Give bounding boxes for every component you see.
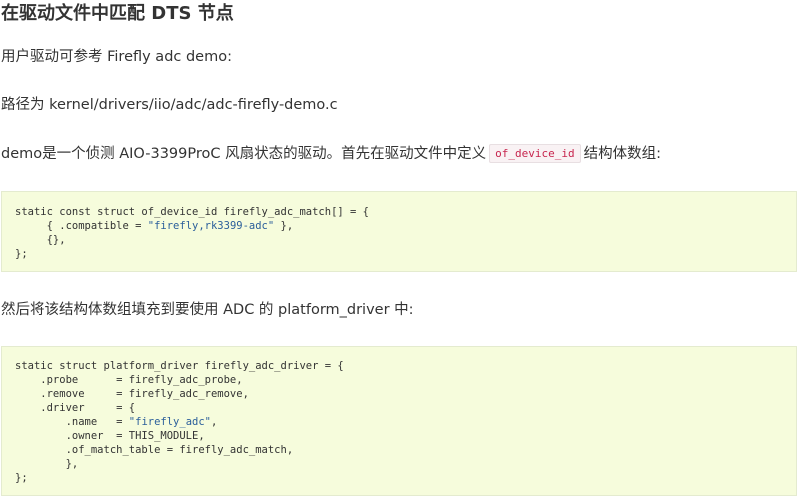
section-heading: 在驱动文件中匹配 DTS 节点: [1, 3, 234, 24]
code-line: { .compatible = "firefly,rk3399-adc" },: [15, 220, 294, 232]
code-line: },: [15, 458, 79, 470]
code-line: };: [15, 248, 28, 260]
code-line: {},: [15, 234, 66, 246]
path-paragraph: 路径为 kernel/drivers/iio/adc/adc-firefly-d…: [1, 97, 338, 113]
string-literal: "firefly_adc": [128, 416, 211, 428]
paragraph-text-before: demo是一个侦测 AIO-3399ProC 风扇状态的驱动。首先在驱动文件中定…: [1, 146, 487, 162]
string-literal: "firefly,rk3399-adc": [147, 220, 275, 232]
code-line: static struct platform_driver firefly_ad…: [15, 360, 344, 372]
code-block-of-device-id[interactable]: static const struct of_device_id firefly…: [1, 191, 797, 272]
platform-driver-paragraph: 然后将该结构体数组填充到要使用 ADC 的 platform_driver 中:: [1, 302, 414, 318]
code-lines: static struct platform_driver firefly_ad…: [2, 347, 796, 485]
code-line: static const struct of_device_id firefly…: [15, 206, 370, 218]
code-line: .owner = THIS_MODULE,: [15, 430, 205, 442]
intro-paragraph: 用户驱动可参考 Firefly adc demo:: [1, 49, 232, 65]
code-line: .of_match_table = firefly_adc_match,: [15, 444, 294, 456]
code-block-platform-driver[interactable]: static struct platform_driver firefly_ad…: [1, 346, 797, 496]
code-line: .remove = firefly_adc_remove,: [15, 388, 249, 400]
code-line: };: [15, 472, 28, 484]
code-line: .name = "firefly_adc",: [15, 416, 218, 428]
code-line: .probe = firefly_adc_probe,: [15, 374, 243, 386]
code-lines: static const struct of_device_id firefly…: [2, 192, 796, 261]
inline-code-of-device-id: of_device_id: [489, 144, 581, 163]
paragraph-text-after: 结构体数组:: [583, 146, 661, 162]
code-line: .driver = {: [15, 402, 136, 414]
struct-definition-paragraph: demo是一个侦测 AIO-3399ProC 风扇状态的驱动。首先在驱动文件中定…: [1, 144, 661, 165]
